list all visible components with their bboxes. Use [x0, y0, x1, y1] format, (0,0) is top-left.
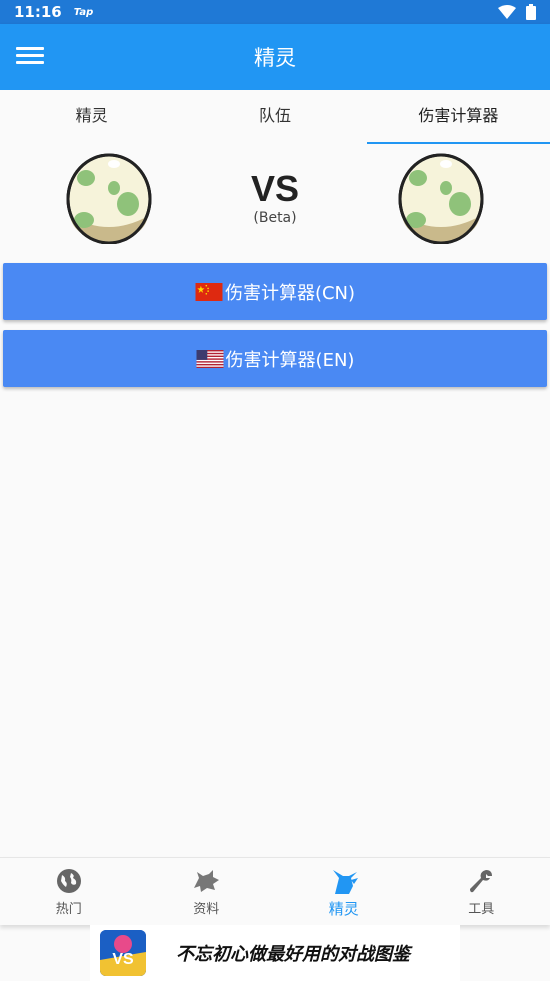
egg-icon-right[interactable]: [396, 150, 486, 244]
nav-label-pokemon: 精灵: [328, 900, 359, 918]
nav-label-info: 资料: [193, 902, 220, 917]
bottom-navigation: 热门 资料 精灵 工具: [0, 857, 550, 925]
pikachu-icon: [332, 870, 358, 894]
ad-banner[interactable]: VS 不忘初心做最好用的对战图鉴: [90, 925, 460, 981]
nav-label-hot: 热门: [55, 902, 82, 917]
status-app-tag: Tap: [73, 6, 94, 18]
tab-bar: 精灵 队伍 伤害计算器: [0, 90, 550, 144]
nav-item-hot[interactable]: 热门: [0, 858, 138, 925]
globe-icon: [56, 869, 81, 893]
damage-calculator-cn-button[interactable]: 伤害计算器(CN): [3, 263, 547, 320]
china-flag-icon: [195, 282, 223, 301]
wifi-icon: [498, 5, 516, 19]
battery-icon: [526, 4, 536, 20]
damage-calculator-en-button[interactable]: 伤害计算器(EN): [3, 330, 547, 387]
page-title: 精灵: [254, 46, 296, 70]
wrench-icon: [470, 870, 493, 893]
menu-icon[interactable]: [16, 44, 44, 70]
tab-damage-calculator[interactable]: 伤害计算器: [366, 90, 550, 144]
app-logo-text: VS: [112, 951, 134, 968]
damage-calculator-cn-label: 伤害计算器(CN): [224, 282, 356, 304]
nav-item-tools[interactable]: 工具: [413, 858, 550, 925]
tab-pokemon[interactable]: 精灵: [0, 90, 183, 144]
pokemon-silhouette-icon: [194, 870, 220, 892]
nav-item-pokemon[interactable]: 精灵: [275, 858, 413, 925]
nav-item-info[interactable]: 资料: [138, 858, 276, 925]
damage-calculator-en-label: 伤害计算器(EN): [225, 349, 355, 371]
status-time: 11:16: [14, 3, 62, 21]
ad-slogan: 不忘初心做最好用的对战图鉴: [176, 944, 410, 965]
nav-label-tools: 工具: [468, 902, 495, 917]
app-logo: VS: [100, 930, 146, 976]
tab-team[interactable]: 队伍: [183, 90, 366, 144]
usa-flag-icon: [196, 349, 224, 368]
status-icons: [498, 4, 536, 20]
status-bar: 11:16 Tap: [0, 0, 550, 24]
app-bar: 精灵: [0, 24, 550, 90]
versus-panel: VS (Beta): [0, 148, 550, 248]
